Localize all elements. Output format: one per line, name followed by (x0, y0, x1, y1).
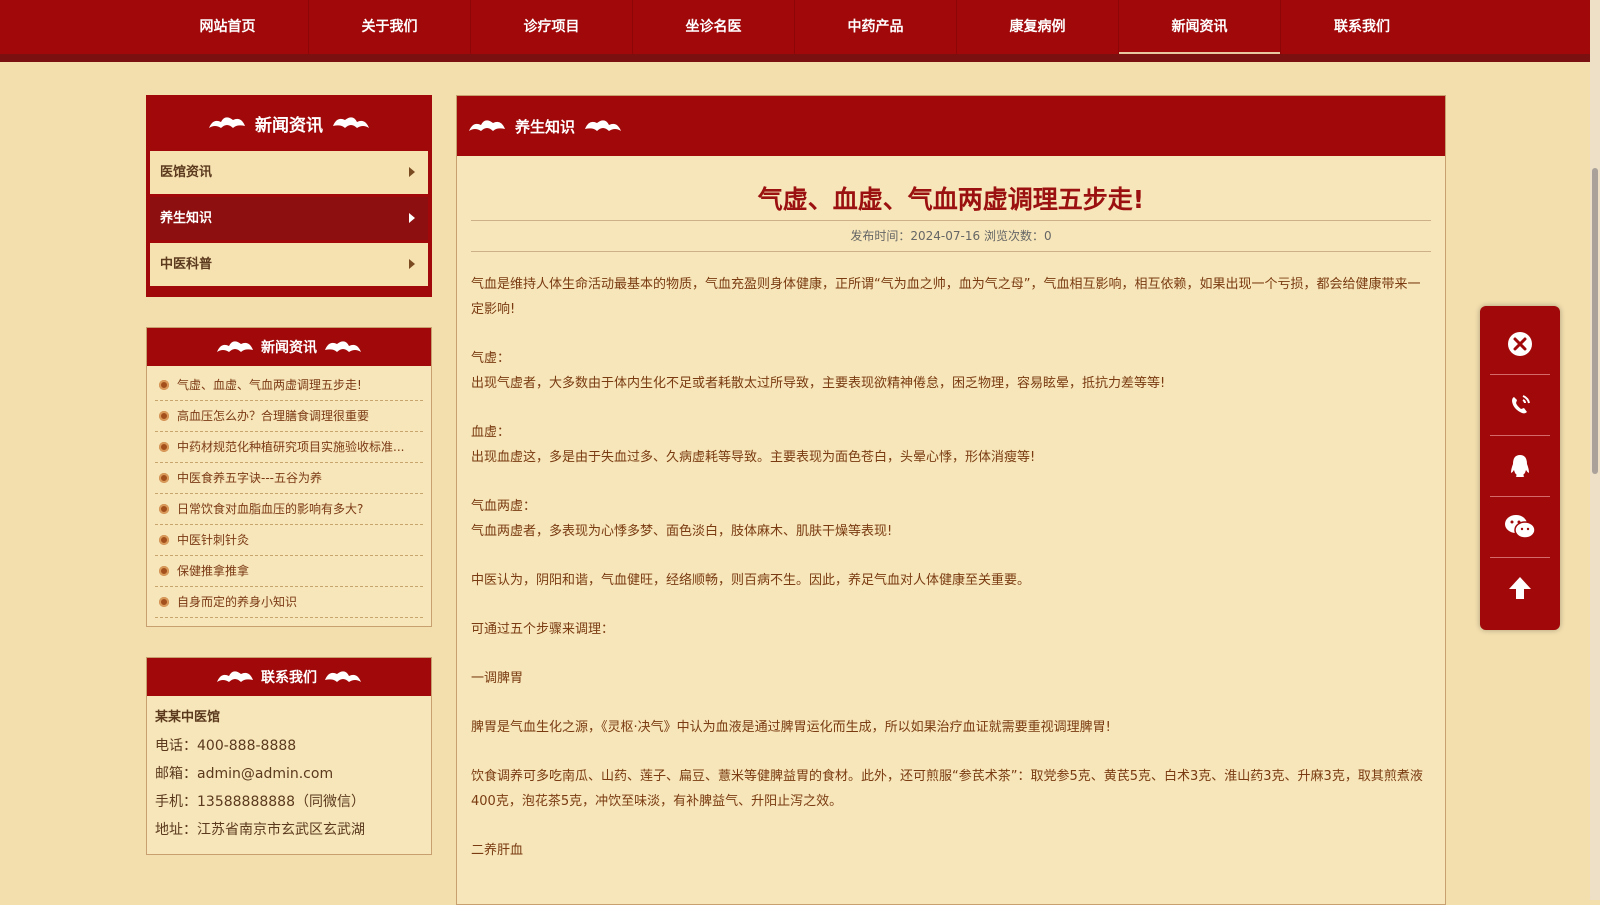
news-link[interactable]: 自身而定的养身小知识 (177, 595, 297, 609)
nav-services[interactable]: 诊疗项目 (471, 0, 633, 54)
article-paragraph: 气虚： 出现气虚者，大多数由于体内生化不足或者耗散太过所导致，主要表现欲精神倦怠… (471, 351, 1166, 391)
cloud-ornament-icon (209, 117, 245, 128)
news-list-item[interactable]: 自身而定的养身小知识 (155, 587, 423, 618)
article-paragraph: 气血两虚： 气血两虚者，多表现为心悸多梦、面色淡白，肢体麻木、肌肤干燥等表现! (471, 499, 893, 539)
article-panel: 养生知识 气虚、血虚、气血两虚调理五步走! 发布时间：2024-07-16 浏览… (456, 95, 1446, 905)
contact-panel-title: 联系我们 (261, 670, 317, 686)
close-icon (1508, 332, 1532, 356)
article-meta: 发布时间：2024-07-16 浏览次数：0 (850, 229, 1052, 243)
nav-about[interactable]: 关于我们 (309, 0, 471, 54)
article-paragraph: 二养肝血 (471, 843, 524, 858)
news-panel: 新闻资讯 气虚、血虚、气血两虚调理五步走! 高血压怎么办？合理膳食调理很重要 中… (146, 327, 432, 627)
bullet-icon (159, 535, 169, 545)
news-panel-title: 新闻资讯 (261, 340, 317, 356)
nav-cases[interactable]: 康复病例 (957, 0, 1119, 54)
bullet-icon (159, 597, 169, 607)
menu-item-health-knowledge[interactable]: 养生知识 (150, 197, 428, 240)
article-section-header: 养生知识 (457, 96, 1445, 156)
bullet-icon (159, 442, 169, 452)
wechat-icon (1505, 515, 1536, 539)
menu-item-tcm-science[interactable]: 中医科普 (150, 243, 428, 286)
nav-contact[interactable]: 联系我们 (1281, 0, 1443, 54)
bullet-icon (159, 411, 169, 421)
nav-home[interactable]: 网站首页 (147, 0, 309, 54)
menu-item-label: 养生知识 (160, 211, 213, 226)
chevron-right-icon (409, 167, 415, 177)
arrow-up-icon (1509, 577, 1531, 599)
nav-doctors[interactable]: 坐诊名医 (633, 0, 795, 54)
article-paragraph: 血虚： 出现血虚这，多是由于失血过多、久病虚耗等导致。主要表现为面色苍白，头晕心… (471, 425, 1036, 465)
cloud-ornament-icon (325, 341, 361, 352)
phone-icon (1512, 395, 1530, 414)
news-list-item[interactable]: 高血压怎么办？合理膳食调理很重要 (155, 401, 423, 432)
menu-item-label: 医馆资讯 (160, 165, 213, 180)
contact-panel-header: 联系我们 (147, 658, 431, 696)
cloud-ornament-icon (333, 117, 369, 128)
news-list-item[interactable]: 中医食养五字诀---五谷为养 (155, 463, 423, 494)
chevron-right-icon (409, 213, 415, 223)
news-panel-header: 新闻资讯 (147, 328, 431, 366)
news-list-item[interactable]: 日常饮食对血脂血压的影响有多大? (155, 494, 423, 525)
article-paragraph: 气血是维持人体生命活动最基本的物质，气血充盈则身体健康，正所谓“气为血之帅，血为… (471, 277, 1421, 317)
news-link[interactable]: 中医针刺针灸 (177, 533, 249, 547)
cloud-ornament-icon (585, 120, 622, 131)
qq-icon (1511, 455, 1529, 477)
news-link[interactable]: 日常饮食对血脂血压的影响有多大? (177, 502, 363, 516)
floating-toolbar (1480, 306, 1560, 630)
news-link[interactable]: 气虚、血虚、气血两虚调理五步走! (177, 378, 362, 392)
top-navigation: 网站首页 关于我们 诊疗项目 坐诊名医 中药产品 康复病例 新闻资讯 联系我们 (0, 0, 1590, 62)
news-list-item[interactable]: 中药材规范化种植研究项目实施验收标准... (155, 432, 423, 463)
chevron-right-icon (409, 259, 415, 269)
article-paragraph: 中医认为，阴阳和谐，气血健旺，经络顺畅，则百病不生。因此，养足气血对人体健康至关… (471, 573, 1031, 588)
contact-info: 某某中医馆 电话：400-888-8888 邮箱：admin@admin.com… (147, 696, 431, 854)
news-list-item[interactable]: 保健推拿推拿 (155, 556, 423, 587)
bullet-icon (159, 380, 169, 390)
article-body: 气血是维持人体生命活动最基本的物质，气血充盈则身体健康，正所谓“气为血之帅，血为… (457, 252, 1445, 863)
news-list-item[interactable]: 中医针刺针灸 (155, 525, 423, 556)
cloud-ornament-icon (217, 671, 253, 682)
nav-news[interactable]: 新闻资讯 (1119, 0, 1281, 54)
category-menu: 新闻资讯 医馆资讯 养生知识 中医科普 (146, 95, 432, 297)
cloud-ornament-icon (325, 671, 361, 682)
close-button[interactable] (1490, 314, 1550, 374)
cloud-ornament-icon (217, 341, 253, 352)
category-menu-header: 新闻资讯 (146, 95, 432, 151)
contact-mobile: 手机：13588888888（同微信） (155, 794, 365, 810)
news-list: 气虚、血虚、气血两虚调理五步走! 高血压怎么办？合理膳食调理很重要 中药材规范化… (147, 366, 431, 626)
menu-item-label: 中医科普 (160, 257, 213, 272)
clinic-name: 某某中医馆 (155, 710, 221, 725)
phone-button[interactable] (1490, 375, 1550, 435)
nav-products[interactable]: 中药产品 (795, 0, 957, 54)
article-title: 气虚、血虚、气血两虚调理五步走! (757, 185, 1145, 214)
back-to-top-button[interactable] (1490, 558, 1550, 618)
article-paragraph: 可通过五个步骤来调理： (471, 622, 615, 637)
category-menu-title: 新闻资讯 (255, 115, 323, 136)
article-paragraph: 饮食调养可多吃南瓜、山药、莲子、扁豆、薏米等健脾益胃的食材。此外，还可煎服“参芪… (471, 769, 1423, 809)
wechat-button[interactable] (1490, 497, 1550, 557)
article-paragraph: 脾胃是气血生化之源，《灵枢·决气》中认为血液是通过脾胃运化而生成，所以如果治疗血… (471, 720, 1111, 735)
bullet-icon (159, 504, 169, 514)
menu-item-hospital-news[interactable]: 医馆资讯 (150, 151, 428, 194)
news-list-item[interactable]: 气虚、血虚、气血两虚调理五步走! (155, 370, 423, 401)
news-link[interactable]: 保健推拿推拿 (177, 564, 249, 578)
contact-email: 邮箱：admin@admin.com (155, 766, 334, 782)
scrollbar[interactable] (1590, 0, 1600, 900)
news-link[interactable]: 中医食养五字诀---五谷为养 (177, 471, 322, 485)
bullet-icon (159, 473, 169, 483)
section-title: 养生知识 (515, 117, 576, 136)
qq-button[interactable] (1490, 436, 1550, 496)
left-column: 新闻资讯 医馆资讯 养生知识 中医科普 新闻资讯 气虚、血虚、气血两虚调理五步走… (146, 95, 432, 855)
article-paragraph: 一调脾胃 (471, 671, 524, 686)
contact-phone: 电话：400-888-8888 (155, 738, 297, 754)
scrollbar-thumb[interactable] (1592, 168, 1598, 474)
cloud-ornament-icon (469, 120, 505, 131)
news-link[interactable]: 中药材规范化种植研究项目实施验收标准... (177, 440, 404, 454)
contact-address: 地址：江苏省南京市玄武区玄武湖 (155, 822, 365, 838)
bullet-icon (159, 566, 169, 576)
contact-panel: 联系我们 某某中医馆 电话：400-888-8888 邮箱：admin@admi… (146, 657, 432, 855)
news-link[interactable]: 高血压怎么办？合理膳食调理很重要 (177, 409, 369, 423)
